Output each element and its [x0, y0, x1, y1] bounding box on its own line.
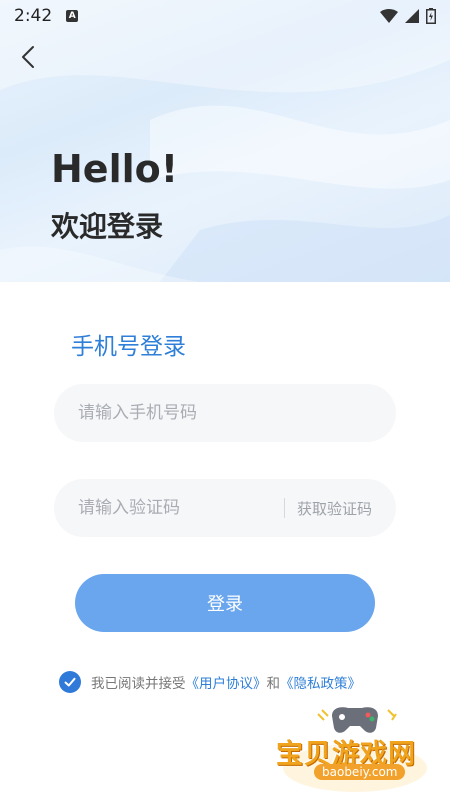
privacy-policy-link[interactable]: 《隐私政策》	[280, 672, 361, 692]
welcome-subtitle: 欢迎登录	[51, 210, 164, 243]
back-button[interactable]	[16, 44, 42, 70]
chevron-left-icon	[22, 46, 34, 68]
status-icons	[380, 8, 436, 24]
agreement-prefix: 我已阅读并接受	[91, 676, 186, 692]
greeting-title: Hello!	[51, 147, 179, 191]
phone-field	[54, 384, 396, 442]
watermark-logo: 宝贝游戏网 baobeiy.com	[270, 700, 445, 795]
status-time: 2:42	[14, 6, 53, 26]
status-bar: 2:42 A	[0, 0, 450, 32]
field-divider	[283, 498, 285, 518]
check-icon	[64, 677, 76, 687]
agree-checkbox[interactable]	[59, 671, 81, 693]
get-code-button[interactable]: 获取验证码	[297, 498, 372, 519]
header-banner: 2:42 A Hello! 欢迎登录	[0, 0, 450, 282]
user-agreement-link[interactable]: 《用户协议》	[186, 672, 267, 692]
notification-icon: A	[66, 10, 79, 22]
battery-icon	[426, 8, 436, 24]
wifi-icon	[380, 9, 398, 23]
code-field: 获取验证码	[54, 479, 396, 537]
login-button[interactable]: 登录	[75, 574, 375, 632]
agreement-conjunction: 和	[266, 676, 281, 692]
phone-login-title: 手机号登录	[71, 334, 186, 360]
watermark-url: baobeiy.com	[314, 764, 406, 780]
phone-input[interactable]	[78, 403, 372, 423]
signal-icon	[405, 9, 419, 23]
code-input[interactable]	[78, 498, 276, 518]
agreement-row: 我已阅读并接受 《用户协议》 和 《隐私政策》	[59, 671, 361, 693]
